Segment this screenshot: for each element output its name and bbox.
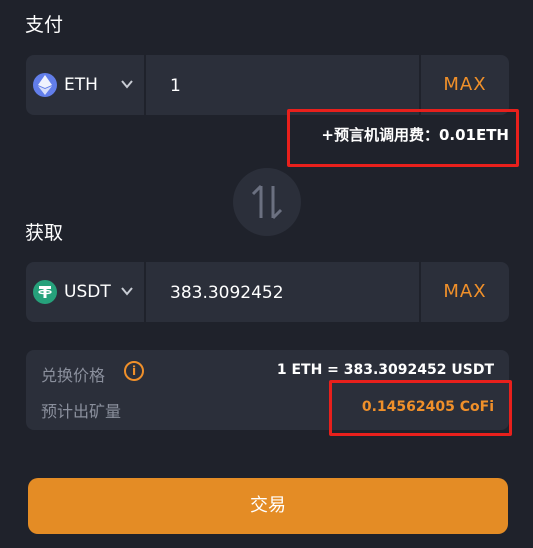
chevron-down-icon [121,80,133,89]
info-icon[interactable]: i [124,361,144,381]
pay-token-symbol: ETH [64,75,98,95]
trade-button[interactable]: 交易 [28,478,508,534]
pay-title: 支付 [25,14,64,36]
pay-row: ETH MAX [26,55,509,115]
receive-token-symbol: USDT [64,282,111,302]
tether-icon [33,280,57,304]
ethereum-icon [33,73,57,97]
receive-token-selector[interactable]: USDT [26,262,144,322]
receive-row: USDT MAX [26,262,509,322]
pay-max-button[interactable]: MAX [421,55,509,115]
swap-direction-button[interactable] [233,168,301,236]
receive-max-button[interactable]: MAX [421,262,509,322]
highlight-box [287,109,519,167]
receive-amount-input[interactable] [146,262,442,322]
rate-value: 1 ETH = 383.3092452 USDT [276,362,494,378]
pay-amount-input[interactable] [146,55,442,115]
pay-token-selector[interactable]: ETH [26,55,144,115]
mining-label: 预计出矿量 [41,402,122,421]
rate-label: 兑换价格 [41,366,106,385]
highlight-box [329,380,512,436]
receive-title: 获取 [25,222,64,244]
swap-arrows-icon [251,184,283,220]
chevron-down-icon [121,287,133,296]
